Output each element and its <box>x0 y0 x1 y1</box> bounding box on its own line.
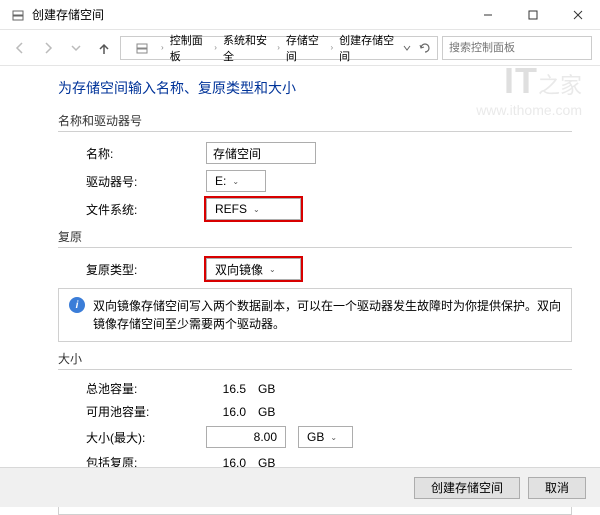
section-size: 大小 <box>58 350 572 367</box>
recovery-type-select[interactable]: 双向镜像 ⌄ <box>206 258 301 280</box>
available-capacity-value: 16.0 <box>206 405 246 419</box>
create-button[interactable]: 创建存储空间 <box>414 477 520 499</box>
window-title: 创建存储空间 <box>32 6 465 23</box>
maximize-button[interactable] <box>510 0 555 30</box>
breadcrumb-dropdown[interactable] <box>399 38 415 58</box>
filesystem-select-value: REFS <box>215 202 247 216</box>
divider <box>58 369 572 370</box>
label-size-max: 大小(最大): <box>86 429 206 446</box>
drive-select-value: E: <box>215 174 226 188</box>
chevron-down-icon: ⌄ <box>232 177 239 186</box>
up-button[interactable] <box>92 36 116 60</box>
chevron-right-icon: › <box>273 43 284 52</box>
recovery-type-value: 双向镜像 <box>215 261 263 278</box>
label-recovery-type: 复原类型: <box>86 261 206 278</box>
label-available-capacity: 可用池容量: <box>86 403 206 420</box>
page-title: 为存储空间输入名称、复原类型和大小 <box>58 78 572 98</box>
total-capacity-value: 16.5 <box>206 382 246 396</box>
chevron-right-icon: › <box>157 43 168 52</box>
size-unit-select[interactable]: GB ⌄ <box>298 426 353 448</box>
breadcrumb-icon <box>135 40 149 56</box>
size-input[interactable] <box>206 426 286 448</box>
chevron-right-icon: › <box>210 43 221 52</box>
unit-label: GB <box>258 405 275 419</box>
drive-select[interactable]: E: ⌄ <box>206 170 266 192</box>
recent-button[interactable] <box>64 36 88 60</box>
divider <box>58 131 572 132</box>
label-filesystem: 文件系统: <box>86 201 206 218</box>
breadcrumb-item[interactable]: 控制面板 <box>170 32 209 64</box>
refresh-button[interactable] <box>417 38 433 58</box>
breadcrumb-item[interactable]: 创建存储空间 <box>339 32 397 64</box>
info-recovery-text: 双向镜像存储空间写入两个数据副本，可以在一个驱动器发生故障时为你提供保护。双向镜… <box>93 297 561 333</box>
back-button[interactable] <box>8 36 32 60</box>
chevron-down-icon: ⌄ <box>269 265 276 274</box>
breadcrumb[interactable]: › 控制面板 › 系统和安全 › 存储空间 › 创建存储空间 <box>120 36 438 60</box>
filesystem-select[interactable]: REFS ⌄ <box>206 198 301 220</box>
divider <box>58 247 572 248</box>
label-name: 名称: <box>86 145 206 162</box>
minimize-button[interactable] <box>465 0 510 30</box>
bottom-bar: 创建存储空间 取消 <box>0 467 600 507</box>
section-name-drive: 名称和驱动器号 <box>58 112 572 129</box>
chevron-right-icon: › <box>326 43 337 52</box>
label-total-capacity: 总池容量: <box>86 380 206 397</box>
navbar: › 控制面板 › 系统和安全 › 存储空间 › 创建存储空间 <box>0 30 600 66</box>
breadcrumb-item[interactable]: 系统和安全 <box>223 32 271 64</box>
info-recovery: i 双向镜像存储空间写入两个数据副本，可以在一个驱动器发生故障时为你提供保护。双… <box>58 288 572 342</box>
breadcrumb-item[interactable]: 存储空间 <box>286 32 325 64</box>
forward-button[interactable] <box>36 36 60 60</box>
name-input[interactable] <box>206 142 316 164</box>
label-drive: 驱动器号: <box>86 173 206 190</box>
unit-label: GB <box>258 382 275 396</box>
size-unit-value: GB <box>307 430 324 444</box>
search-input[interactable] <box>442 36 592 60</box>
cancel-button[interactable]: 取消 <box>528 477 586 499</box>
section-recovery: 复原 <box>58 228 572 245</box>
chevron-down-icon: ⌄ <box>330 433 337 442</box>
close-button[interactable] <box>555 0 600 30</box>
info-icon: i <box>69 297 85 313</box>
titlebar-icon <box>10 7 26 23</box>
chevron-down-icon: ⌄ <box>253 205 260 214</box>
titlebar: 创建存储空间 <box>0 0 600 30</box>
